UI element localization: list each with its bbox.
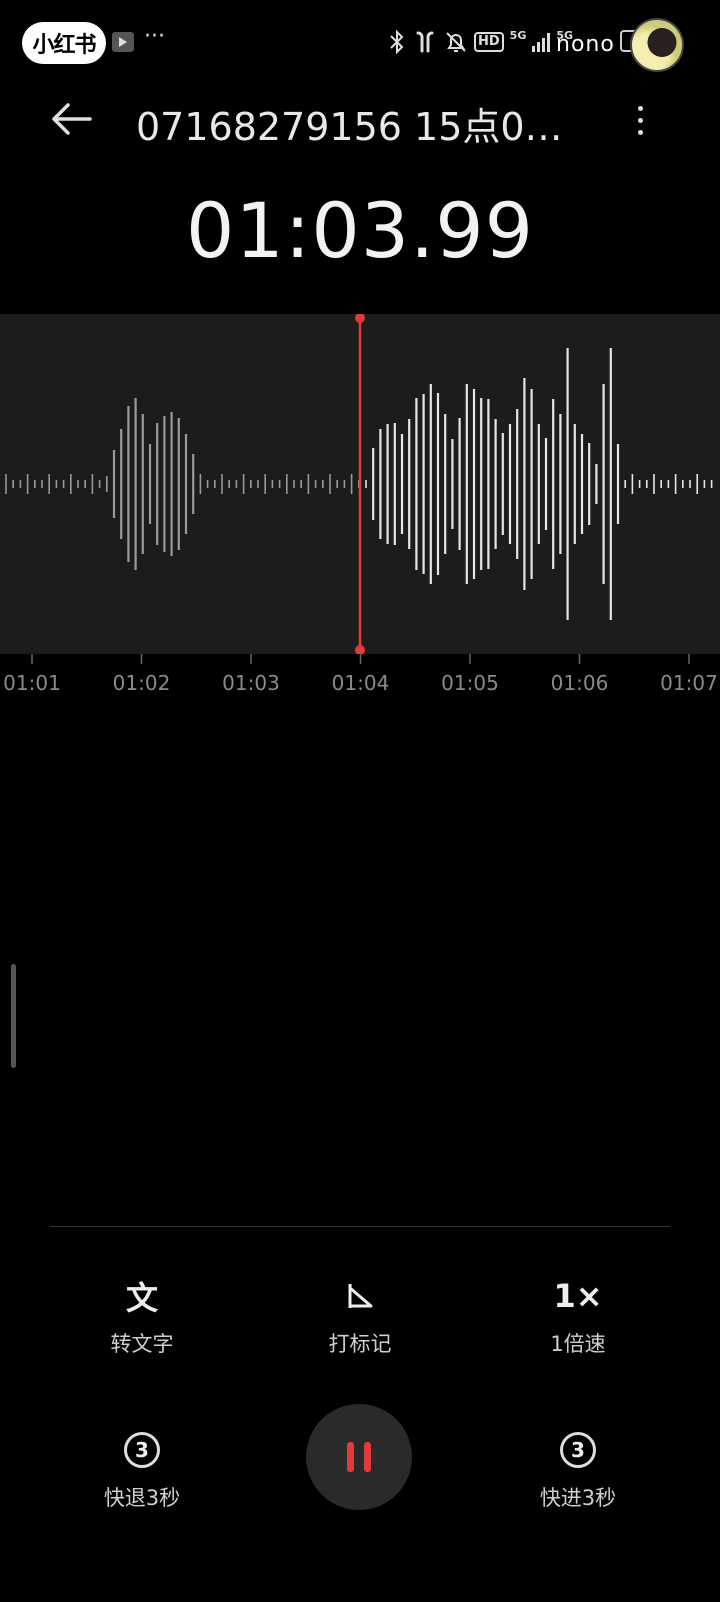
transcribe-label: 转文字 (110, 1332, 174, 1356)
speed-label: 1倍速 (550, 1332, 606, 1356)
add-mark-label: 打标记 (328, 1332, 392, 1356)
timeline-tick-label: 01:06 (551, 671, 609, 695)
pause-button[interactable] (306, 1404, 412, 1510)
back-arrow-icon (52, 103, 92, 135)
rewind-3s-button[interactable]: 3 快退3秒 (42, 1428, 242, 1512)
playhead-knob[interactable] (355, 645, 365, 654)
transcribe-button[interactable]: 文 转文字 (42, 1274, 242, 1358)
side-scroll-handle[interactable] (11, 964, 16, 1068)
hd-indicator: HD (474, 32, 504, 52)
recording-title: 07168279156 15点0… (136, 105, 563, 149)
speed-icon: 1× (553, 1277, 603, 1315)
transcribe-icon: 文 (125, 1279, 158, 1317)
carrier-text: nono (556, 32, 615, 57)
add-mark-button[interactable]: 打标记 (260, 1274, 460, 1358)
network-5g-label: 5G (509, 28, 527, 42)
earbuds-icon (416, 31, 434, 53)
signal-icon (532, 32, 551, 52)
app-badge[interactable]: 小红书 (22, 22, 106, 64)
avatar[interactable] (630, 18, 684, 72)
rewind-3s-label: 快退3秒 (103, 1486, 181, 1510)
flag-icon (348, 1284, 373, 1308)
timeline-tick-label: 01:02 (113, 671, 171, 695)
timeline-tick-label: 01:07 (660, 671, 718, 695)
timeline-axis[interactable]: 01:01 01:02 01:03 01:04 01:05 01:06 01:07 (0, 654, 720, 714)
more-vertical-icon (637, 105, 643, 111)
waveform[interactable] (0, 314, 720, 654)
pause-icon (347, 1442, 354, 1472)
divider (50, 1226, 670, 1227)
speed-button[interactable]: 1× 1倍速 (478, 1274, 678, 1358)
bluetooth-icon (390, 30, 404, 54)
playhead-knob[interactable] (355, 314, 365, 323)
more-options-button[interactable] (620, 98, 660, 142)
forward-3s-label: 快进3秒 (539, 1486, 617, 1510)
timeline-tick-label: 01:01 (3, 671, 61, 695)
bell-off-icon (446, 32, 466, 52)
forward-3s-button[interactable]: 3 快进3秒 (478, 1428, 678, 1512)
notification-dots: ··· (144, 24, 165, 49)
timeline-tick-label: 01:05 (441, 671, 499, 695)
timeline-tick-label: 01:04 (332, 671, 390, 695)
rewind-3-icon: 3 (124, 1432, 160, 1468)
forward-3-icon: 3 (560, 1432, 596, 1468)
media-icon (112, 32, 134, 52)
playback-time: 01:03.99 (186, 186, 534, 275)
timeline-tick-label: 01:03 (222, 671, 280, 695)
status-icons: HD 5G 5G (388, 26, 573, 58)
back-button[interactable] (44, 96, 100, 142)
